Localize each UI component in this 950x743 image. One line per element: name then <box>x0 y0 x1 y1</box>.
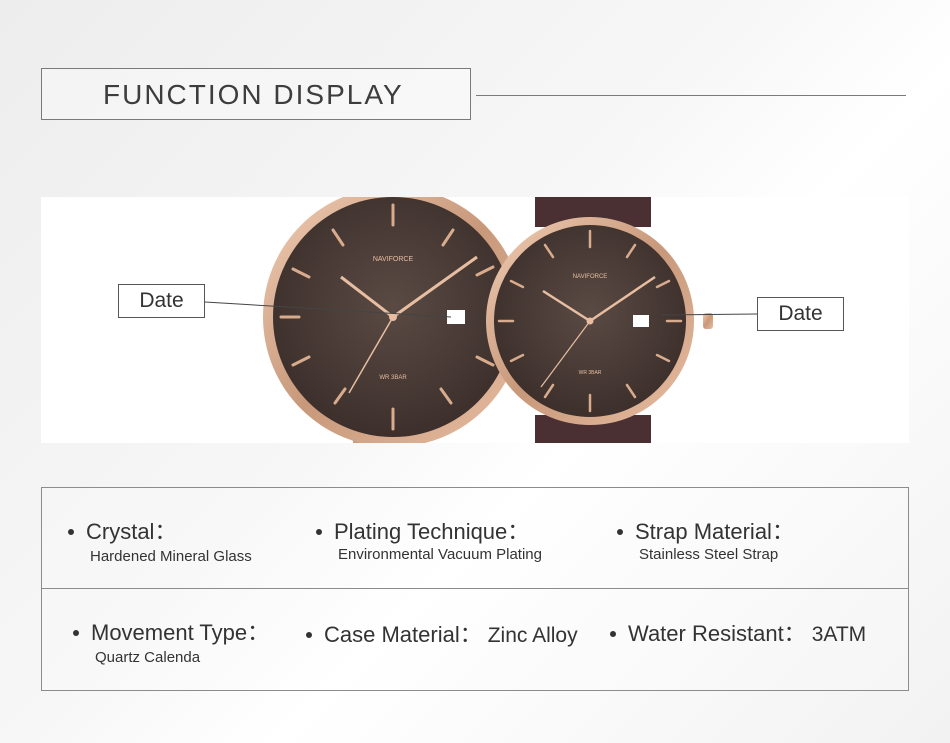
bullet-icon <box>73 629 79 636</box>
small-watch-dial-text: WR 3BAR <box>579 370 602 376</box>
large-watch-dial-text: WR 3BAR <box>379 375 407 381</box>
bullet-icon <box>316 528 322 535</box>
bullet-icon <box>617 528 623 535</box>
large-watch-brand: NAVIFORCE <box>373 256 414 263</box>
date-callout-left: Date <box>118 284 205 318</box>
spec-label: Movement Type： <box>91 620 270 645</box>
spec-detail: Environmental Vacuum Plating <box>338 546 542 563</box>
bullet-icon <box>68 528 74 535</box>
date-callout-right: Date <box>757 297 844 331</box>
section-title: FUNCTION DISPLAY <box>103 79 404 110</box>
title-divider <box>476 95 906 96</box>
spec-crystal: Crystal： Hardened Mineral Glass <box>68 514 252 565</box>
bullet-icon <box>610 630 616 637</box>
small-watch: NAVIFORCE WR 3BAR <box>486 217 713 425</box>
spec-strap: Strap Material： Stainless Steel Strap <box>617 514 794 563</box>
spec-movement: Movement Type： Quartz Calenda <box>73 615 270 666</box>
product-photo: NAVIFORCE WR 3BAR NAVIFORCE WR 3BAR Date… <box>41 197 909 443</box>
spec-row-2: Movement Type： Quartz Calenda Case Mater… <box>41 589 909 691</box>
spec-detail: Stainless Steel Strap <box>639 546 779 563</box>
bullet-icon <box>306 631 312 638</box>
spec-case: Case Material： Zinc Alloy <box>306 617 578 649</box>
spec-label: Case Material： <box>324 622 482 647</box>
large-watch: NAVIFORCE WR 3BAR <box>263 197 523 443</box>
spec-label: Strap Material： <box>635 519 794 544</box>
spec-detail: Hardened Mineral Glass <box>90 548 252 565</box>
spec-value: 3ATM <box>811 623 867 646</box>
spec-water: Water Resistant： 3ATM <box>610 616 866 648</box>
spec-detail: Quartz Calenda <box>95 649 201 666</box>
small-watch-brand: NAVIFORCE <box>573 274 608 280</box>
section-title-box: FUNCTION DISPLAY <box>41 68 471 120</box>
spec-label: Water Resistant： <box>628 621 806 646</box>
spec-label: Plating Technique： <box>334 519 530 544</box>
spec-value: Zinc Alloy <box>487 624 578 647</box>
spec-plating: Plating Technique： Environmental Vacuum … <box>316 514 542 563</box>
spec-label: Crystal： <box>86 519 177 544</box>
spec-row-1: Crystal： Hardened Mineral Glass Plating … <box>41 487 909 589</box>
